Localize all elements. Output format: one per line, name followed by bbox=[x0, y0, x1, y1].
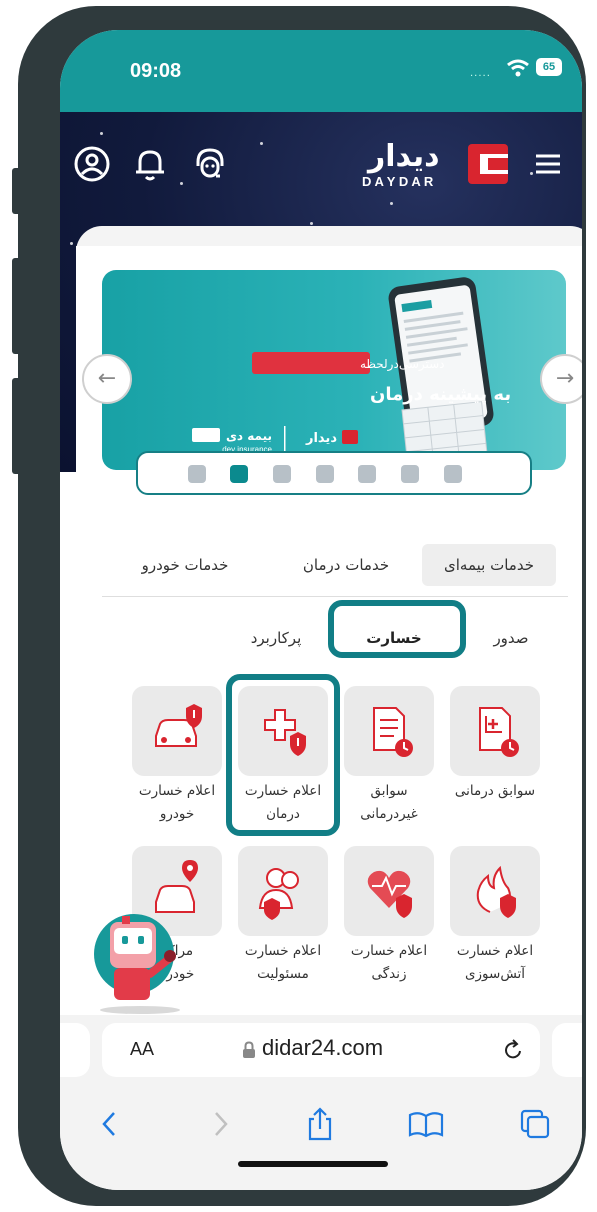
status-time: 09:08 bbox=[130, 60, 182, 82]
svg-text:بیمه دی: بیمه دی bbox=[226, 429, 272, 443]
svg-text:دسترسی‌درلحظه: دسترسی‌درلحظه bbox=[360, 357, 445, 372]
fire-shield-icon bbox=[450, 846, 540, 936]
carousel-dot[interactable] bbox=[444, 465, 462, 483]
promo-banner[interactable]: دسترسی‌درلحظه به پیشینه درمان بیمه دی de… bbox=[102, 270, 566, 470]
battery-icon: 65 bbox=[536, 58, 562, 76]
carousel-next-button[interactable]: → bbox=[540, 354, 582, 404]
previous-tab-edge[interactable] bbox=[60, 1023, 90, 1077]
tab-vehicle-services[interactable]: خدمات خودرو bbox=[120, 544, 250, 586]
service-label: اعلام خسارت زندگی bbox=[350, 943, 428, 982]
user-profile-icon[interactable] bbox=[72, 144, 112, 184]
reader-text-size-button[interactable]: AA bbox=[130, 1039, 154, 1060]
browser-toolbar bbox=[60, 1085, 582, 1190]
bookmarks-book-icon[interactable] bbox=[406, 1107, 446, 1141]
lock-icon bbox=[243, 1041, 255, 1058]
support-headset-icon[interactable] bbox=[190, 144, 230, 184]
url-domain: didar24.com bbox=[262, 1035, 384, 1060]
forward-chevron-icon[interactable] bbox=[200, 1107, 240, 1141]
carousel-dot[interactable] bbox=[316, 465, 334, 483]
svg-text:به پیشینه درمان: به پیشینه درمان bbox=[370, 384, 511, 405]
carousel-pagination bbox=[136, 451, 532, 495]
document-clock-icon bbox=[344, 686, 434, 776]
carousel-dot[interactable] bbox=[401, 465, 419, 483]
chat-assistant-robot[interactable] bbox=[90, 898, 200, 1018]
carousel-prev-button[interactable]: ← bbox=[82, 354, 132, 404]
carousel-dot[interactable] bbox=[188, 465, 206, 483]
tab-insurance-services[interactable]: خدمات بیمه‌ای bbox=[422, 544, 556, 586]
people-shield-icon bbox=[238, 846, 328, 936]
subtab-issuance[interactable]: صدور bbox=[466, 614, 556, 662]
service-label: سوابق غیردرمانی bbox=[360, 783, 418, 822]
wifi-icon bbox=[507, 59, 529, 77]
claims-tab-highlight bbox=[328, 600, 466, 658]
home-indicator bbox=[238, 1161, 388, 1167]
tab-medical-services[interactable]: خدمات درمان bbox=[286, 544, 406, 586]
url-field[interactable]: AA didar24.com bbox=[102, 1023, 540, 1077]
service-label: اعلام خسارت خودرو bbox=[138, 783, 216, 822]
share-icon[interactable] bbox=[300, 1107, 340, 1141]
status-bar: 09:08 ..... 65 bbox=[60, 30, 582, 112]
carousel-dot-active[interactable] bbox=[230, 465, 248, 483]
svg-text:دیدار: دیدار bbox=[366, 139, 440, 174]
carousel-dot[interactable] bbox=[358, 465, 376, 483]
svg-text:دیدار: دیدار bbox=[305, 431, 337, 446]
medical-record-icon bbox=[450, 686, 540, 776]
service-label: اعلام خسارت مسئولیت bbox=[244, 943, 322, 982]
subtab-popular[interactable]: پرکاربرد bbox=[236, 614, 316, 662]
phone-frame: 09:08 ..... 65 bbox=[18, 6, 586, 1206]
reload-icon[interactable] bbox=[502, 1037, 526, 1063]
browser-address-bar: AA didar24.com bbox=[60, 1015, 582, 1085]
back-chevron-icon[interactable] bbox=[90, 1107, 130, 1141]
cellular-signal-icon: ..... bbox=[470, 68, 491, 79]
car-shield-icon bbox=[132, 686, 222, 776]
medical-claim-highlight bbox=[226, 674, 340, 836]
svg-text:D A Y D A R: D A Y D A R bbox=[362, 174, 434, 189]
service-label: سوابق درمانی bbox=[454, 783, 536, 799]
service-label: اعلام خسارت آتش‌سوزی bbox=[456, 943, 534, 982]
phone-screen: 09:08 ..... 65 bbox=[60, 30, 582, 1190]
bell-icon[interactable] bbox=[130, 144, 170, 184]
tabs-divider bbox=[102, 596, 568, 597]
daydar-logo[interactable]: دیدار D A Y D A R bbox=[328, 136, 518, 192]
tabs-overview-icon[interactable] bbox=[514, 1107, 554, 1141]
arrow-right-icon: → bbox=[555, 366, 575, 391]
arrow-left-icon: ← bbox=[97, 366, 117, 391]
next-tab-edge[interactable] bbox=[552, 1023, 582, 1077]
carousel-dot[interactable] bbox=[273, 465, 291, 483]
service-category-tabs: خدمات بیمه‌ای خدمات درمان خدمات خودرو bbox=[76, 536, 582, 596]
heart-shield-icon bbox=[344, 846, 434, 936]
hamburger-menu-icon[interactable] bbox=[528, 144, 568, 184]
